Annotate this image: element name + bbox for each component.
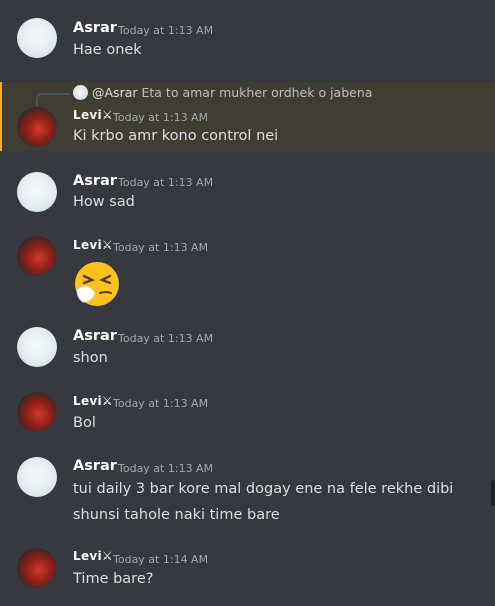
- reply-preview[interactable]: @Asrar Eta to amar mukher ordhek o jaben…: [92, 85, 372, 100]
- timestamp: Today at 1:14 AM: [113, 553, 209, 566]
- avatar-levi[interactable]: [17, 236, 57, 276]
- message-text: How sad: [73, 194, 135, 210]
- message-text: Time bare?: [73, 571, 154, 587]
- author-name[interactable]: Levi⚔: [73, 549, 113, 563]
- reply-connector: [36, 93, 70, 106]
- timestamp: Today at 1:13 AM: [118, 332, 214, 345]
- timestamp: Today at 1:13 AM: [113, 111, 209, 124]
- message-text: Hae onek: [73, 42, 142, 58]
- sneezing-face-emoji[interactable]: [73, 260, 121, 308]
- author-name[interactable]: Asrar: [73, 20, 117, 36]
- timestamp: Today at 1:13 AM: [118, 24, 214, 37]
- timestamp: Today at 1:13 AM: [113, 397, 209, 410]
- avatar-asrar[interactable]: [17, 172, 57, 212]
- timestamp: Today at 1:13 AM: [113, 241, 209, 254]
- timestamp: Today at 1:13 AM: [118, 176, 214, 189]
- author-name[interactable]: Asrar: [73, 458, 117, 474]
- author-name[interactable]: Levi⚔: [73, 108, 113, 122]
- timestamp: Today at 1:13 AM: [118, 462, 214, 475]
- avatar-asrar[interactable]: [17, 457, 57, 497]
- avatar-levi[interactable]: [17, 548, 57, 588]
- avatar-levi[interactable]: [17, 392, 57, 432]
- author-name[interactable]: Asrar: [73, 328, 117, 344]
- message-text: shon: [73, 350, 108, 366]
- avatar-asrar[interactable]: [17, 327, 57, 367]
- message-text: shunsi tahole naki time bare: [73, 507, 280, 523]
- author-name[interactable]: Levi⚔: [73, 394, 113, 408]
- message-text: tui daily 3 bar kore mal dogay ene na fe…: [73, 481, 454, 497]
- author-name[interactable]: Asrar: [73, 173, 117, 189]
- scrollbar[interactable]: [491, 480, 495, 506]
- message-text: Ki krbo amr kono control nei: [73, 128, 279, 144]
- reply-author: @Asrar: [92, 85, 138, 100]
- reply-avatar-asrar[interactable]: [73, 85, 88, 100]
- author-name[interactable]: Levi⚔: [73, 238, 113, 252]
- avatar-levi[interactable]: [17, 107, 57, 147]
- message-text: Bol: [73, 415, 96, 431]
- reply-snippet: Eta to amar mukher ordhek o jabena: [141, 85, 373, 100]
- avatar-asrar[interactable]: [17, 18, 57, 58]
